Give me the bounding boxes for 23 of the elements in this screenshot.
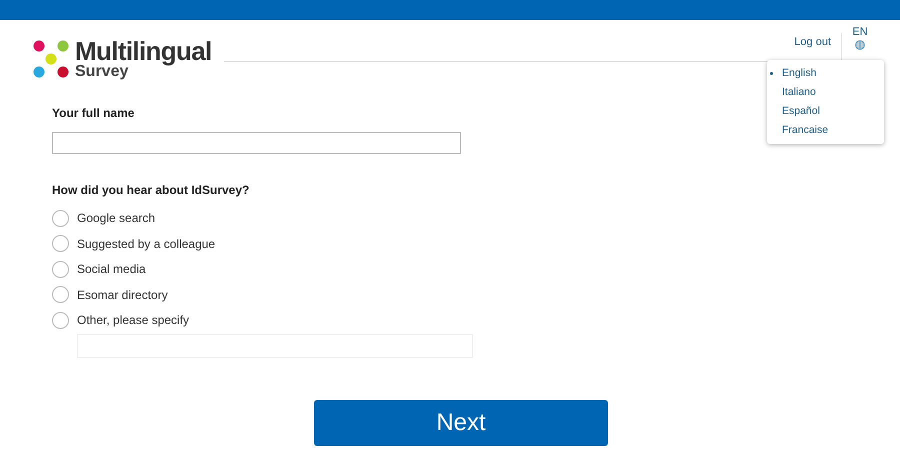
radio-button[interactable] bbox=[52, 235, 69, 252]
option-label: Suggested by a colleague bbox=[77, 236, 216, 253]
globe-icon bbox=[855, 40, 865, 50]
option-label: Esomar directory bbox=[77, 286, 168, 304]
language-option[interactable]: English bbox=[782, 66, 816, 82]
next-button[interactable]: Next bbox=[314, 400, 608, 446]
option-label: Social media bbox=[77, 261, 146, 278]
language-option[interactable]: Italiano bbox=[782, 84, 816, 100]
radio-button[interactable] bbox=[52, 260, 69, 278]
language-option[interactable]: Francaise bbox=[782, 122, 828, 138]
logo-icon bbox=[33, 40, 69, 78]
logo-title: Multilingual bbox=[75, 38, 212, 64]
radio-button[interactable] bbox=[52, 286, 69, 304]
language-button[interactable]: EN bbox=[848, 27, 872, 50]
radio-button[interactable] bbox=[52, 210, 69, 227]
option-label: Google search bbox=[77, 210, 156, 228]
name-input-field[interactable] bbox=[52, 132, 461, 154]
language-option[interactable]: Español bbox=[782, 104, 820, 120]
field-label: Your full name bbox=[52, 105, 134, 122]
logo-subtitle: Survey bbox=[75, 64, 128, 80]
radio-button[interactable] bbox=[52, 312, 69, 329]
question-label: How did you hear about IdSurvey? bbox=[52, 182, 250, 199]
option-label: Other, please specify bbox=[77, 312, 190, 330]
